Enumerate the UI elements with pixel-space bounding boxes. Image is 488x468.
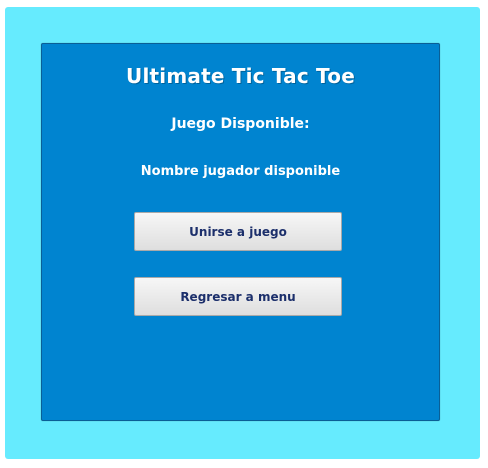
- back-to-menu-button[interactable]: Regresar a menu: [134, 277, 342, 316]
- join-game-button[interactable]: Unirse a juego: [134, 212, 342, 251]
- page-title: Ultimate Tic Tac Toe: [126, 64, 355, 88]
- available-player-name: Nombre jugador disponible: [140, 164, 341, 179]
- available-game-heading: Juego Disponible:: [171, 116, 310, 132]
- window-frame: Ultimate Tic Tac Toe Juego Disponible: N…: [5, 7, 480, 459]
- game-panel: Ultimate Tic Tac Toe Juego Disponible: N…: [41, 43, 440, 421]
